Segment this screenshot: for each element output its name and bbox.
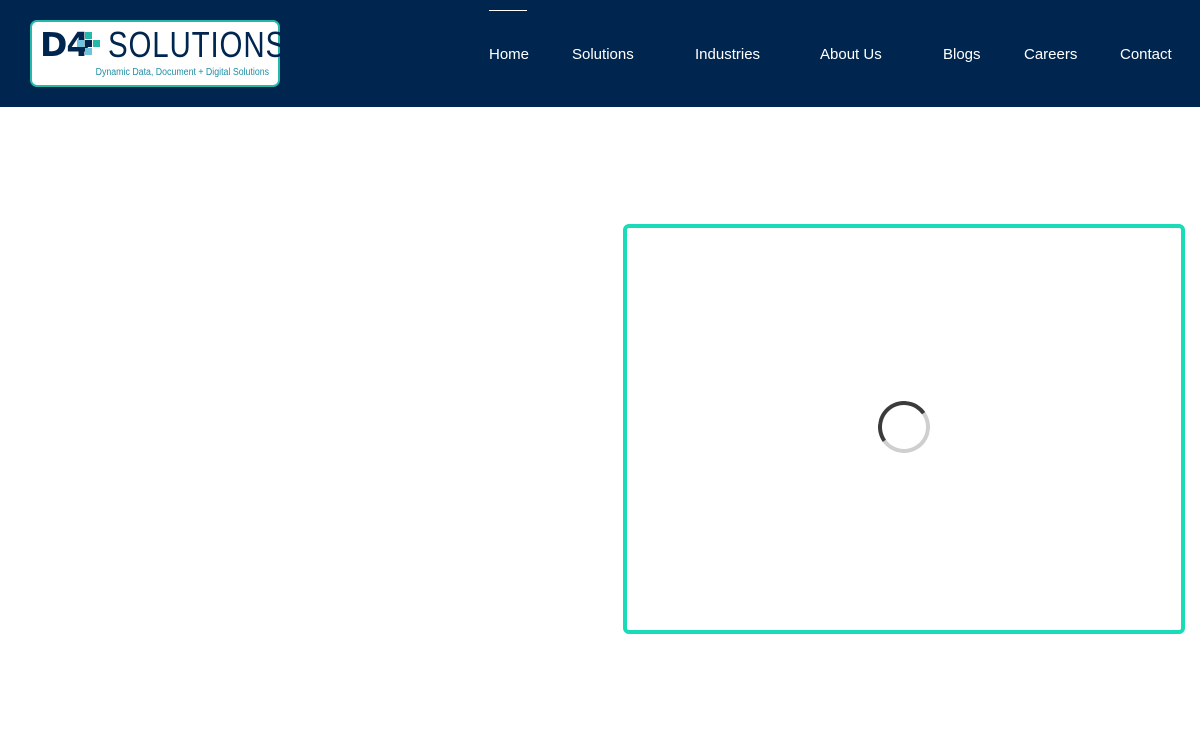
- nav-item-careers[interactable]: Careers: [1024, 46, 1077, 63]
- nav-item-industries[interactable]: Industries: [695, 46, 760, 63]
- loading-spinner-icon: [873, 396, 935, 458]
- nav-active-indicator: [489, 10, 527, 11]
- main-nav: Home Solutions Industries About Us Blogs…: [0, 0, 1200, 107]
- media-frame[interactable]: [623, 224, 1185, 634]
- nav-item-about-us[interactable]: About Us: [820, 46, 882, 63]
- site-header: D4 SOLUTIONS Dynamic Data, Document + Di…: [0, 0, 1200, 107]
- nav-item-solutions[interactable]: Solutions: [572, 46, 634, 63]
- nav-item-home[interactable]: Home: [489, 46, 529, 63]
- nav-item-blogs[interactable]: Blogs: [943, 46, 981, 63]
- nav-item-contact[interactable]: Contact: [1120, 46, 1172, 63]
